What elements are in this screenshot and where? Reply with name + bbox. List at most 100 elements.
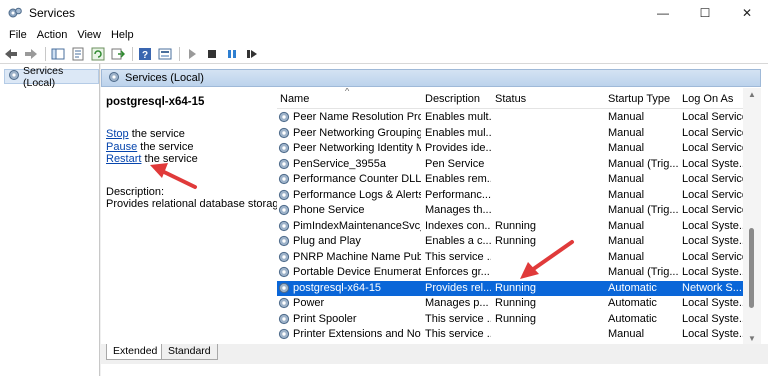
table-row[interactable]: Performance Counter DLL ... Enables rem..… — [277, 172, 743, 188]
cell-log-on-as: Local Service — [682, 111, 743, 123]
table-row[interactable]: Plug and Play Enables a c... Running Manual… — [277, 234, 743, 250]
console-tree: Services (Local) — [0, 64, 100, 376]
main-pane: Services (Local) postgresql-x64-15 Stop … — [101, 64, 768, 376]
cell-log-on-as: Local Service — [682, 188, 743, 201]
cell-startup-type: Manual (Trig... — [608, 157, 678, 170]
table-row[interactable]: PNRP Machine Name Publi... This service .… — [277, 250, 743, 266]
cell-startup-type: Manual — [608, 111, 645, 123]
table-row[interactable]: Peer Networking Grouping Enables mul... Ma… — [277, 126, 743, 142]
service-gear-icon — [278, 142, 290, 154]
tab-extended[interactable]: Extended — [106, 344, 165, 360]
table-row[interactable]: postgresql-x64-15 Provides rel... Running A… — [277, 280, 743, 296]
tab-standard[interactable]: Standard — [161, 344, 218, 360]
scroll-down-icon[interactable]: ▼ — [748, 334, 756, 343]
table-row[interactable]: Power Manages p... Running Automatic Local S… — [277, 296, 743, 312]
menu-view[interactable]: View — [72, 29, 106, 41]
properties-icon[interactable] — [70, 46, 86, 62]
service-gear-icon — [278, 127, 290, 138]
cell-description: Provides ide... — [425, 142, 491, 154]
export-icon[interactable] — [110, 46, 126, 62]
table-row[interactable]: Printer Extensions and Notif... This serv… — [277, 327, 743, 343]
description-label: Description: — [106, 185, 165, 198]
cell-startup-type: Manual — [608, 188, 645, 201]
cell-log-on-as: Network S... — [682, 281, 742, 294]
cell-description: Enables mul... — [425, 126, 491, 139]
console-tree-icon[interactable] — [50, 46, 66, 62]
vertical-scrollbar[interactable]: ▲ ▼ — [743, 88, 761, 346]
view-icon[interactable] — [157, 46, 173, 62]
stop-link[interactable]: Stop — [106, 128, 129, 140]
cell-name: Phone Service — [293, 204, 365, 216]
column-header-log-on-as[interactable]: Log On As — [682, 93, 733, 105]
table-row[interactable]: PenService_3955a Pen Service Manual (Trig.… — [277, 157, 743, 173]
cell-startup-type: Manual — [608, 219, 645, 232]
minimize-button[interactable]: — — [642, 0, 684, 26]
service-gear-icon — [278, 251, 290, 262]
table-row[interactable]: Portable Device Enumerator... Enforces gr… — [277, 265, 743, 281]
service-gear-icon — [278, 173, 290, 185]
toolbar: ? — [0, 44, 768, 64]
column-header-description[interactable]: Description — [425, 93, 480, 105]
service-title: postgresql-x64-15 — [106, 96, 205, 108]
cell-name: Printer Extensions and Notif... — [293, 328, 421, 340]
cell-startup-type: Manual — [608, 142, 645, 154]
table-row[interactable]: Phone Service Manages th... Manual (Trig..… — [277, 203, 743, 219]
table-row[interactable]: Performance Logs & Alerts Performanc... Ma… — [277, 188, 743, 204]
stop-icon[interactable] — [204, 46, 220, 62]
table-row[interactable]: Peer Name Resolution Prot... Enables mult… — [277, 110, 743, 126]
cell-description: Manages p... — [425, 297, 489, 309]
table-row[interactable]: Peer Networking Identity M... Provides id… — [277, 141, 743, 157]
title-bar: Services — ☐ ✕ — [0, 0, 768, 26]
cell-log-on-as: Local Service — [682, 126, 743, 139]
cell-startup-type: Manual — [608, 173, 645, 185]
scroll-up-icon[interactable]: ▲ — [748, 90, 756, 99]
maximize-button[interactable]: ☐ — [684, 0, 726, 26]
table-row[interactable]: Print Spooler This service ... Running Auto… — [277, 312, 743, 328]
cell-description: Pen Service — [425, 157, 485, 170]
cell-log-on-as: Local Service — [682, 250, 743, 263]
cell-startup-type: Automatic — [608, 281, 657, 294]
cell-name: Peer Networking Grouping — [293, 126, 421, 139]
cell-status: Running — [495, 281, 536, 294]
cell-log-on-as: Local Syste... — [682, 157, 743, 170]
help-icon[interactable]: ? — [137, 46, 153, 62]
start-icon[interactable] — [184, 46, 200, 62]
cell-name: PenService_3955a — [293, 157, 386, 170]
restart-icon[interactable] — [244, 46, 260, 62]
restart-link[interactable]: Restart — [106, 153, 141, 165]
scroll-thumb[interactable] — [749, 228, 754, 308]
service-gear-icon — [278, 111, 290, 123]
back-icon[interactable] — [3, 46, 19, 62]
view-tabs: Extended Standard — [101, 344, 768, 364]
cell-log-on-as: Local Service — [682, 204, 743, 216]
pause-icon[interactable] — [224, 46, 240, 62]
pause-link[interactable]: Pause — [106, 141, 137, 153]
cell-startup-type: Manual (Trig... — [608, 204, 678, 216]
service-gear-icon — [278, 266, 290, 278]
refresh-icon[interactable] — [90, 46, 106, 62]
service-gear-icon — [278, 313, 290, 324]
column-header-startup-type[interactable]: Startup Type — [608, 93, 670, 105]
forward-icon[interactable] — [23, 46, 39, 62]
cell-name: Portable Device Enumerator... — [293, 266, 421, 278]
cell-startup-type: Automatic — [608, 312, 657, 325]
stop-action: Stop the service — [106, 128, 277, 141]
stop-rest: the service — [128, 128, 185, 140]
tree-item-services-local[interactable]: Services (Local) — [4, 65, 99, 89]
cell-startup-type: Automatic — [608, 297, 657, 309]
cell-log-on-as: Local Service — [682, 142, 743, 154]
main-header: Services (Local) — [101, 69, 761, 87]
table-row[interactable]: PimIndexMaintenanceSvc_... Indexes con...… — [277, 219, 743, 235]
service-gear-icon — [278, 328, 290, 340]
column-header-name[interactable]: Name — [280, 93, 309, 105]
cell-description: This service ... — [425, 328, 491, 340]
sort-indicator-icon: ^ — [345, 88, 350, 96]
cell-log-on-as: Local Syste... — [682, 219, 743, 232]
menu-help[interactable]: Help — [106, 29, 139, 41]
column-header-status[interactable]: Status — [495, 93, 526, 105]
close-button[interactable]: ✕ — [726, 0, 768, 26]
cell-name: Peer Networking Identity M... — [293, 142, 421, 154]
menu-file[interactable]: File — [4, 29, 32, 41]
cell-log-on-as: Local Service — [682, 173, 743, 185]
menu-action[interactable]: Action — [32, 29, 73, 41]
